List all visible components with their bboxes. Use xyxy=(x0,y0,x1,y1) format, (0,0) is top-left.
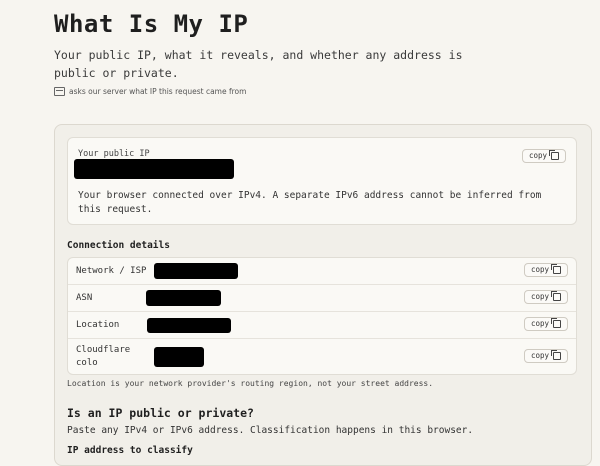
copy-asn-button-label: copy xyxy=(530,292,549,301)
copy-isp-button-label: copy xyxy=(530,265,549,274)
public-ip-card: Your public IP copy Your browser connect… xyxy=(67,137,577,225)
copy-location-button-label: copy xyxy=(530,319,549,328)
row-key: ASN xyxy=(76,293,93,303)
public-ip-value-redacted xyxy=(74,159,234,179)
table-row: Location copy xyxy=(68,312,576,339)
copy-colo-button[interactable]: copy xyxy=(523,349,568,363)
copy-icon xyxy=(551,350,561,360)
server-hint-text: asks our server what IP this request cam… xyxy=(69,87,247,96)
classify-description: Paste any IPv4 or IPv6 address. Classifi… xyxy=(67,425,474,436)
colo-value-redacted xyxy=(154,347,204,367)
copy-icon xyxy=(551,291,561,301)
connection-details-table: Network / ISP copy ASN copy Location cop… xyxy=(67,257,577,375)
copy-colo-button-label: copy xyxy=(530,351,549,360)
ip-panel: Your public IP copy Your browser connect… xyxy=(54,124,592,466)
classify-heading: Is an IP public or private? xyxy=(67,406,254,420)
row-key: Location xyxy=(76,320,120,330)
copy-icon xyxy=(551,264,561,274)
copy-icon xyxy=(551,318,561,328)
isp-value-redacted xyxy=(154,263,238,279)
row-key: Network / ISP xyxy=(76,266,147,276)
server-hint: asks our server what IP this request cam… xyxy=(54,87,246,96)
ip-classify-field-label: IP address to classify xyxy=(67,445,193,456)
page-title: What Is My IP xyxy=(54,10,249,38)
copy-location-button[interactable]: copy xyxy=(523,317,568,331)
public-ip-label: Your public IP xyxy=(78,149,150,159)
location-value-redacted xyxy=(147,318,231,333)
asn-value-redacted xyxy=(146,290,221,306)
copy-ip-button-label: copy xyxy=(528,151,547,160)
copy-ip-button[interactable]: copy xyxy=(521,149,566,163)
copy-icon xyxy=(549,150,559,160)
table-row: ASN copy xyxy=(68,285,576,312)
table-row: Cloudflare colo copy xyxy=(68,339,576,373)
ip-version-message: Your browser connected over IPv4. A sepa… xyxy=(78,190,542,215)
server-icon xyxy=(54,87,65,96)
table-row: Network / ISP copy xyxy=(68,258,576,285)
location-note: Location is your network provider's rout… xyxy=(67,379,434,388)
page-subtitle: Your public IP, what it reveals, and whe… xyxy=(54,48,463,80)
copy-asn-button[interactable]: copy xyxy=(523,290,568,304)
copy-isp-button[interactable]: copy xyxy=(523,263,568,277)
connection-details-heading: Connection details xyxy=(67,240,170,251)
row-key: Cloudflare colo xyxy=(76,345,131,368)
